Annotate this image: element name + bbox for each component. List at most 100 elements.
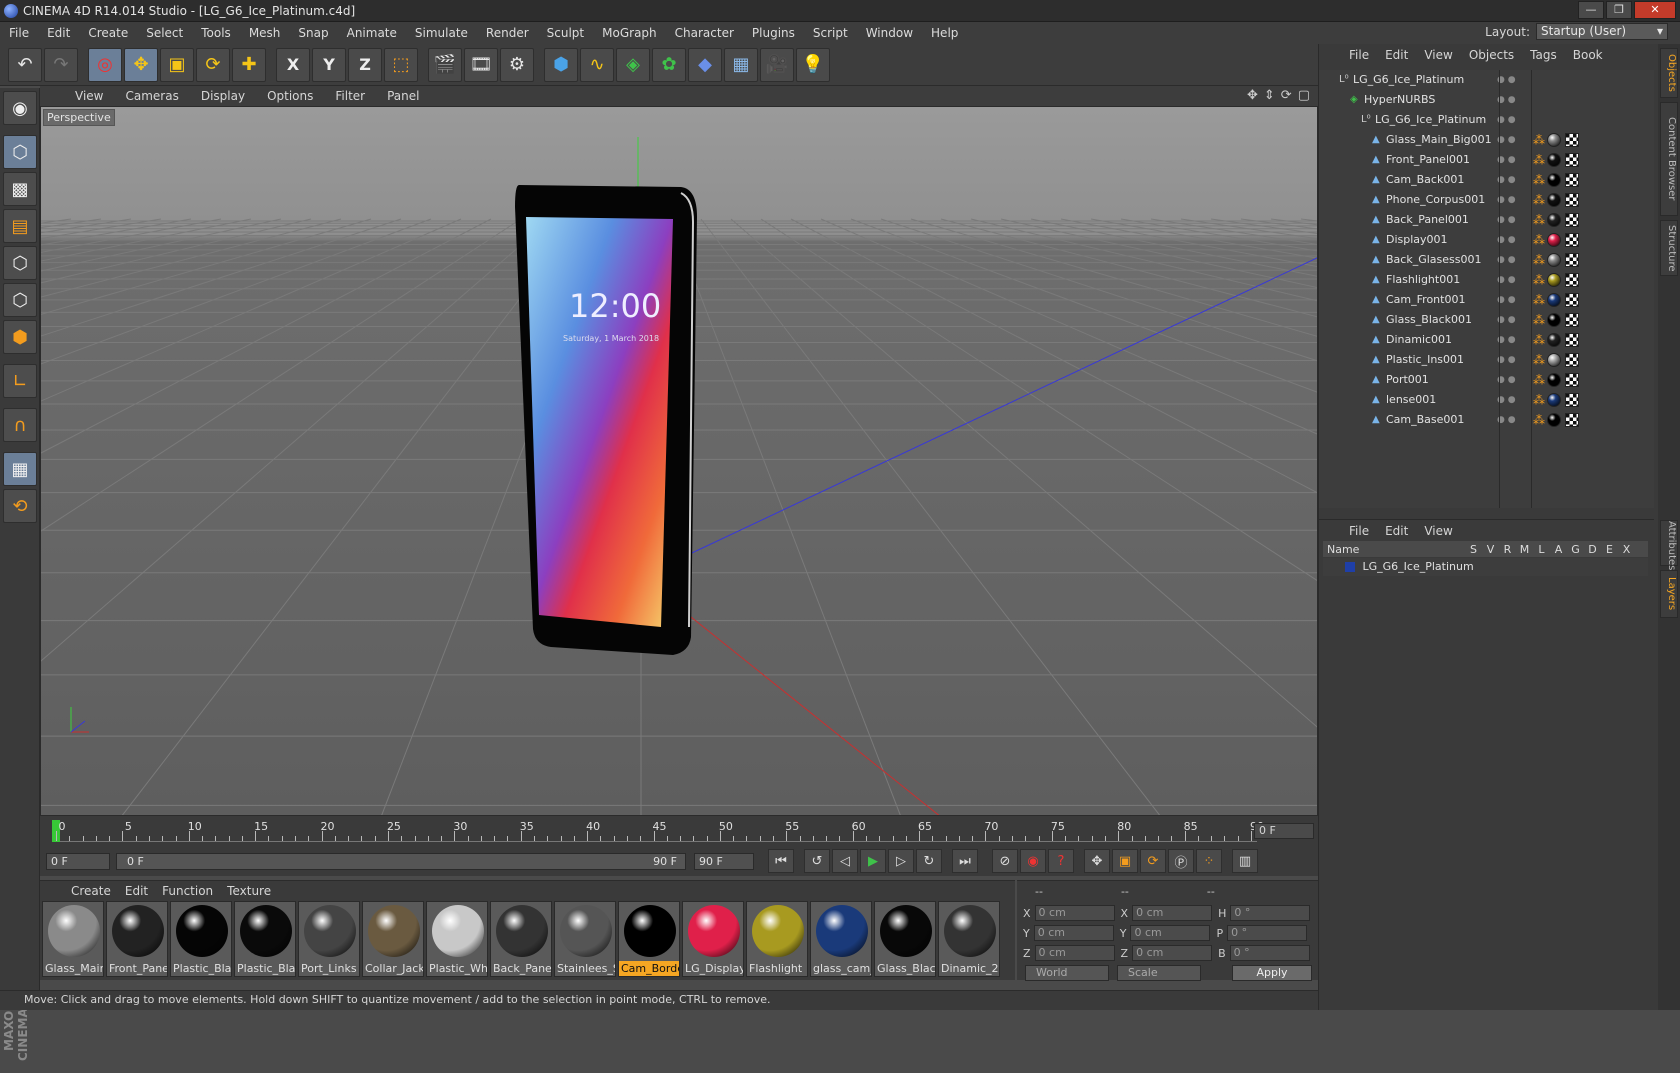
- material-menu-edit[interactable]: Edit: [118, 884, 155, 898]
- object-row[interactable]: ▲ Back_Glasess001 ● ● ⁂: [1319, 250, 1654, 270]
- axis-mode-icon[interactable]: ∟: [3, 364, 37, 398]
- record-keys-icon[interactable]: ⊘: [992, 849, 1018, 873]
- side-tab-objects[interactable]: Objects: [1660, 48, 1678, 98]
- array-icon[interactable]: ✿: [652, 47, 686, 82]
- layer-row[interactable]: LG_G6_Ice_Platinum: [1323, 558, 1648, 576]
- material-tag-icon[interactable]: [1547, 173, 1561, 187]
- menu-character[interactable]: Character: [666, 22, 743, 44]
- phong-tag-icon[interactable]: ⁂: [1533, 333, 1545, 347]
- object-row[interactable]: L⁰ LG_G6_Ice_Platinum ● ●: [1319, 70, 1654, 90]
- dolly-view-icon[interactable]: ⇕: [1264, 88, 1275, 103]
- redo-icon[interactable]: ↷: [44, 47, 78, 82]
- material-tag-icon[interactable]: [1547, 213, 1561, 227]
- texture-mode-icon[interactable]: ▩: [3, 172, 37, 206]
- timeline-window-icon[interactable]: ▥: [1232, 849, 1258, 873]
- material-swatch[interactable]: Back_Panel: [490, 901, 552, 977]
- floor-icon[interactable]: ▦: [724, 47, 758, 82]
- timeline[interactable]: 051015202530354045505560657075808590 0 F: [40, 816, 1318, 846]
- uvw-tag-icon[interactable]: [1565, 393, 1579, 407]
- side-tab-attributes[interactable]: Attributes: [1660, 520, 1678, 570]
- coord-field[interactable]: 0 °: [1230, 905, 1311, 921]
- uvw-tag-icon[interactable]: [1565, 173, 1579, 187]
- material-swatch[interactable]: Plastic_Bla: [234, 901, 296, 977]
- material-tag-icon[interactable]: [1547, 393, 1561, 407]
- play-icon[interactable]: ▶: [860, 849, 886, 873]
- viewport-menu-options[interactable]: Options: [256, 89, 324, 103]
- object-row[interactable]: ▲ Port001 ● ● ⁂: [1319, 370, 1654, 390]
- object-row[interactable]: ▲ Cam_Front001 ● ● ⁂: [1319, 290, 1654, 310]
- material-tag-icon[interactable]: [1547, 153, 1561, 167]
- y-axis-lock-button[interactable]: Y: [312, 47, 346, 82]
- autokey-icon[interactable]: ◉: [1020, 849, 1046, 873]
- menu-animate[interactable]: Animate: [338, 22, 406, 44]
- phong-tag-icon[interactable]: ⁂: [1533, 213, 1545, 227]
- uvw-tag-icon[interactable]: [1565, 373, 1579, 387]
- viewport-menu-filter[interactable]: Filter: [324, 89, 376, 103]
- perspective-viewport[interactable]: 12:00 Saturday, 1 March 2018 Perspective: [40, 106, 1318, 816]
- menu-mesh[interactable]: Mesh: [240, 22, 290, 44]
- deformer-icon[interactable]: ◆: [688, 47, 722, 82]
- viewport-menu-view[interactable]: View: [64, 89, 114, 103]
- material-tag-icon[interactable]: [1547, 333, 1561, 347]
- close-button[interactable]: ✕: [1634, 1, 1676, 19]
- uvw-tag-icon[interactable]: [1565, 153, 1579, 167]
- coord-field[interactable]: 0 cm: [1034, 905, 1115, 921]
- object-row[interactable]: ▲ lense001 ● ● ⁂: [1319, 390, 1654, 410]
- material-tag-icon[interactable]: [1547, 413, 1561, 427]
- rotation-key-icon[interactable]: ⟳: [1140, 849, 1166, 873]
- uvw-tag-icon[interactable]: [1565, 233, 1579, 247]
- object-menu-file[interactable]: File: [1341, 48, 1377, 62]
- apply-button[interactable]: Apply: [1232, 965, 1312, 981]
- model-mode-icon[interactable]: ⬡: [3, 135, 37, 169]
- material-tag-icon[interactable]: [1547, 373, 1561, 387]
- render-picture-viewer-icon[interactable]: 🎞: [464, 47, 498, 82]
- material-menu-create[interactable]: Create: [64, 884, 118, 898]
- object-row[interactable]: ▲ Display001 ● ● ⁂: [1319, 230, 1654, 250]
- spline-icon[interactable]: ∿: [580, 47, 614, 82]
- scale-key-icon[interactable]: ▣: [1112, 849, 1138, 873]
- render-view-icon[interactable]: 🎬: [428, 47, 462, 82]
- rotate-tool-icon[interactable]: ⟳: [196, 47, 230, 82]
- toggle-view-icon[interactable]: ▢: [1298, 88, 1310, 103]
- object-menu-edit[interactable]: Edit: [1377, 48, 1416, 62]
- end-frame-field[interactable]: 90 F: [694, 852, 754, 870]
- x-axis-lock-button[interactable]: X: [276, 47, 310, 82]
- menu-snap[interactable]: Snap: [289, 22, 337, 44]
- viewport-menu-display[interactable]: Display: [190, 89, 256, 103]
- object-row[interactable]: ▲ Glass_Black001 ● ● ⁂: [1319, 310, 1654, 330]
- coord-field[interactable]: 0 cm: [1132, 905, 1213, 921]
- make-editable-icon[interactable]: ◉: [3, 91, 37, 125]
- scale-tool-icon[interactable]: ▣: [160, 47, 194, 82]
- phong-tag-icon[interactable]: ⁂: [1533, 173, 1545, 187]
- nurbs-icon[interactable]: ◈: [616, 47, 650, 82]
- side-tab-content-browser[interactable]: Content Browser: [1660, 102, 1678, 216]
- phong-tag-icon[interactable]: ⁂: [1533, 193, 1545, 207]
- points-mode-icon[interactable]: ⬡: [3, 246, 37, 280]
- uvw-tag-icon[interactable]: [1565, 293, 1579, 307]
- workplane-mode-icon[interactable]: ▤: [3, 209, 37, 243]
- object-row[interactable]: ▲ Front_Panel001 ● ● ⁂: [1319, 150, 1654, 170]
- phong-tag-icon[interactable]: ⁂: [1533, 393, 1545, 407]
- loop-icon[interactable]: ↻: [916, 849, 942, 873]
- move-tool-icon[interactable]: ✥: [124, 47, 158, 82]
- frame-range-slider[interactable]: 0 F 90 F: [116, 852, 686, 870]
- start-frame-field[interactable]: 0 F: [46, 852, 110, 870]
- material-swatch[interactable]: glass_cam_: [810, 901, 872, 977]
- layer-menu-file[interactable]: File: [1341, 524, 1377, 538]
- camera-icon[interactable]: 🎥: [760, 47, 794, 82]
- phong-tag-icon[interactable]: ⁂: [1533, 253, 1545, 267]
- edges-mode-icon[interactable]: ⬡: [3, 283, 37, 317]
- live-selection-icon[interactable]: ◎: [88, 47, 122, 82]
- phong-tag-icon[interactable]: ⁂: [1533, 293, 1545, 307]
- material-swatch[interactable]: Plastic_Wh: [426, 901, 488, 977]
- uvw-tag-icon[interactable]: [1565, 133, 1579, 147]
- phong-tag-icon[interactable]: ⁂: [1533, 413, 1545, 427]
- keyframe-selection-icon[interactable]: ?: [1048, 849, 1074, 873]
- menu-mograph[interactable]: MoGraph: [593, 22, 666, 44]
- material-swatch[interactable]: Glass_Main: [42, 901, 104, 977]
- material-swatch[interactable]: Flashlight: [746, 901, 808, 977]
- render-settings-icon[interactable]: ⚙: [500, 47, 534, 82]
- uvw-tag-icon[interactable]: [1565, 213, 1579, 227]
- coord-field[interactable]: 0 cm: [1132, 945, 1213, 961]
- material-tag-icon[interactable]: [1547, 293, 1561, 307]
